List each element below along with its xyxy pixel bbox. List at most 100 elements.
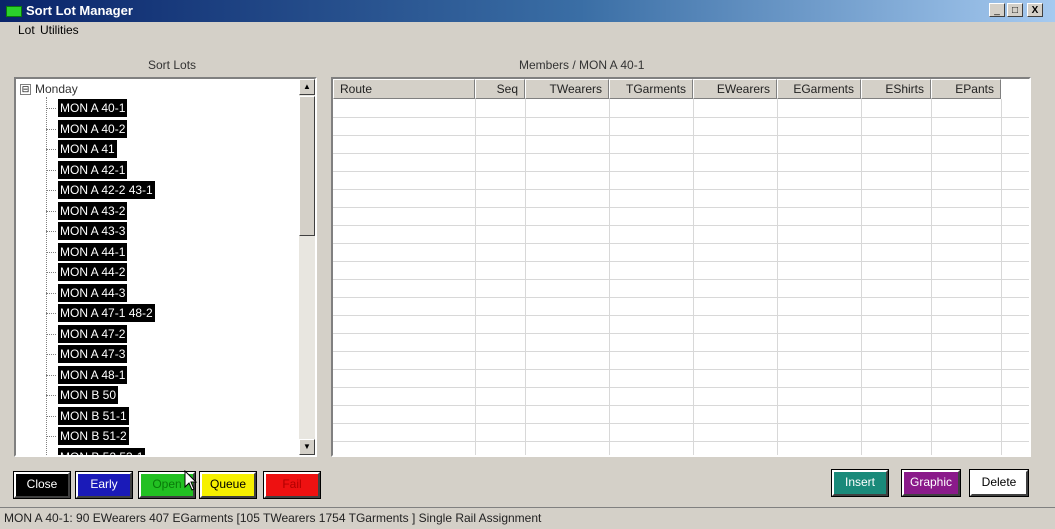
tree-root-label: Monday xyxy=(35,82,78,96)
close-window-button[interactable]: X xyxy=(1027,3,1043,17)
grid-row-line xyxy=(333,279,1029,280)
grid-col-line xyxy=(931,99,932,455)
status-bar: MON A 40-1: 90 EWearers 407 EGarments [1… xyxy=(0,507,1055,529)
tree-branch-line xyxy=(46,436,56,437)
sort-lot-label: MON B 50 xyxy=(58,386,119,404)
grid-col-line xyxy=(609,99,610,455)
sort-lot-label: MON B 52 53-1 xyxy=(58,447,146,455)
grid-row-line xyxy=(333,225,1029,226)
tree-branch-line xyxy=(46,395,56,396)
scroll-up-icon[interactable]: ▲ xyxy=(299,79,315,95)
tree-scrollbar[interactable]: ▲ ▼ xyxy=(299,79,315,455)
grid-col-line xyxy=(861,99,862,455)
window-title: Sort Lot Manager xyxy=(26,3,133,18)
tree-branch-line xyxy=(46,190,56,191)
col-header-twearers[interactable]: TWearers xyxy=(525,79,609,99)
grid-row-line xyxy=(333,369,1029,370)
tree-branch-line xyxy=(46,415,56,417)
grid-row-line xyxy=(333,117,1029,118)
sort-lot-label: MON A 44-3 xyxy=(58,283,128,302)
col-header-egarments[interactable]: EGarments xyxy=(777,79,861,99)
sort-lot-label: MON A 47-3 xyxy=(58,345,128,363)
app-icon xyxy=(6,6,22,17)
sort-lot-label: MON A 44-2 xyxy=(58,263,128,281)
graphic-button[interactable]: Graphic xyxy=(901,469,961,497)
mouse-cursor-icon xyxy=(184,470,198,491)
title-bar: Sort Lot Manager _ □ X xyxy=(0,0,1055,22)
col-header-seq[interactable]: Seq xyxy=(475,79,525,99)
collapse-icon[interactable]: ⊟ xyxy=(20,84,31,96)
grid-row-line xyxy=(333,405,1029,406)
grid-row-line xyxy=(333,441,1029,442)
tree-connector xyxy=(46,97,47,455)
sort-lot-label: MON A 44-1 xyxy=(58,242,128,261)
sort-lot-label: MON B 51-2 xyxy=(58,427,129,445)
sort-lot-label: MON A 47-2 xyxy=(58,324,128,343)
tree-branch-line xyxy=(46,169,56,171)
grid-col-line xyxy=(1001,99,1002,455)
menu-bar: Lot Utilities xyxy=(0,22,1055,40)
delete-button[interactable]: Delete xyxy=(969,469,1029,497)
insert-button[interactable]: Insert xyxy=(831,469,889,497)
tree-branch-line xyxy=(46,231,56,232)
queue-button[interactable]: Queue xyxy=(199,471,257,499)
grid-row-line xyxy=(333,243,1029,244)
sort-lot-label: MON A 47-1 48-2 xyxy=(58,304,155,322)
grid-row-line xyxy=(333,297,1029,298)
close-button[interactable]: Close xyxy=(13,471,71,499)
grid-row-line xyxy=(333,333,1029,334)
grid-row-line xyxy=(333,261,1029,262)
tree-branch-line xyxy=(46,251,56,253)
minimize-button[interactable]: _ xyxy=(989,3,1005,17)
grid-row-line xyxy=(333,387,1029,388)
tree-branch-line xyxy=(46,210,56,212)
tree-branch-line xyxy=(46,333,56,335)
grid-row-line xyxy=(333,315,1029,316)
tree-branch-line xyxy=(46,313,56,314)
sort-lot-label: MON A 41 xyxy=(58,140,117,158)
scroll-down-icon[interactable]: ▼ xyxy=(299,439,315,455)
grid-col-line xyxy=(475,99,476,455)
grid-row-line xyxy=(333,423,1029,424)
menu-lot[interactable]: Lot xyxy=(18,23,35,37)
tree-branch-line xyxy=(46,292,56,294)
tree-branch-line xyxy=(46,374,56,376)
grid-row-line xyxy=(333,207,1029,208)
grid-col-line xyxy=(693,99,694,455)
tree-branch-line xyxy=(46,354,56,355)
early-button[interactable]: Early xyxy=(75,471,133,499)
sort-lot-label: MON A 40-2 xyxy=(58,119,128,138)
scroll-thumb[interactable] xyxy=(299,96,315,236)
sort-lot-label: MON A 48-1 xyxy=(58,365,128,384)
col-header-epants[interactable]: EPants xyxy=(931,79,1001,99)
grid-col-line xyxy=(525,99,526,455)
tree-branch-line xyxy=(46,457,56,458)
sort-lots-tree[interactable]: ⊟ Monday MON A 40-1 MON A 40-2 MON A 41 MON … xyxy=(14,77,317,457)
grid-row-line xyxy=(333,153,1029,154)
members-grid[interactable]: Route Seq TWearers TGarments EWearers EG… xyxy=(331,77,1031,457)
sort-lot-label: MON B 51-1 xyxy=(58,406,129,425)
menu-utilities[interactable]: Utilities xyxy=(40,23,79,37)
grid-row-line xyxy=(333,189,1029,190)
tree-branch-line xyxy=(46,272,56,273)
grid-col-line xyxy=(777,99,778,455)
grid-row-line xyxy=(333,171,1029,172)
col-header-eshirts[interactable]: EShirts xyxy=(861,79,931,99)
sort-lot-label: MON A 42-1 xyxy=(58,160,128,179)
tree-branch-line xyxy=(46,149,56,150)
sort-lot-label: MON A 40-1 xyxy=(58,99,128,117)
maximize-button[interactable]: □ xyxy=(1007,3,1023,17)
grid-row-line xyxy=(333,351,1029,352)
tree-branch-line xyxy=(46,128,56,130)
members-caption: Members / MON A 40-1 xyxy=(519,58,645,72)
sort-lot-label: MON A 43-2 xyxy=(58,201,128,220)
fail-button[interactable]: Fail xyxy=(263,471,321,499)
col-header-tgarments[interactable]: TGarments xyxy=(609,79,693,99)
tree-branch-line xyxy=(46,108,56,109)
sort-lot-label: MON A 42-2 43-1 xyxy=(58,181,155,199)
tree-root-monday[interactable]: ⊟ Monday xyxy=(20,81,78,97)
sort-lots-caption: Sort Lots xyxy=(148,58,197,72)
col-header-ewearers[interactable]: EWearers xyxy=(693,79,777,99)
grid-row-line xyxy=(333,135,1029,136)
col-header-route[interactable]: Route xyxy=(333,79,475,99)
